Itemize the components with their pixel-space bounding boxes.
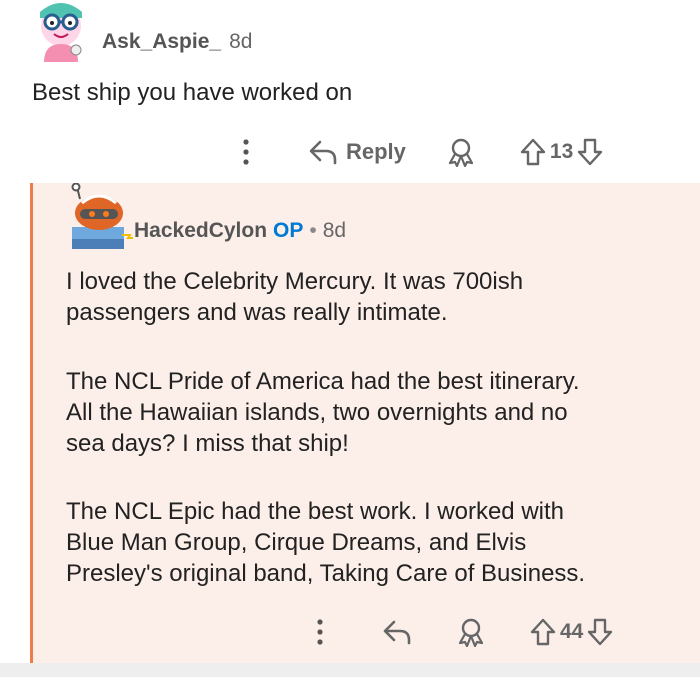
comment-paragraph: The NCL Epic had the best work. I worked… [66, 496, 686, 589]
text-line: All the Hawaiian islands, two overnights… [66, 399, 568, 426]
vote-score: 44 [560, 620, 584, 643]
op-badge: OP [273, 219, 304, 242]
award-icon[interactable] [456, 617, 486, 647]
downvote-icon[interactable] [577, 138, 603, 166]
avatar[interactable] [66, 183, 136, 255]
award-icon[interactable] [446, 137, 476, 167]
text-line: The NCL Epic had the best work. I worked… [66, 498, 564, 525]
comment-actions: Reply 13 [236, 132, 603, 172]
comment-paragraph: The NCL Pride of America had the best it… [66, 366, 686, 459]
comment-actions: 44 [310, 612, 613, 652]
divider [0, 663, 700, 677]
comment-meta: HackedCylon OP • 8d [134, 219, 346, 243]
text-line: Blue Man Group, Cirque Dreams, and Elvis [66, 529, 527, 556]
more-icon[interactable] [310, 615, 330, 649]
username[interactable]: Ask_Aspie_ [102, 30, 221, 53]
text-line: passengers and was really intimate. [66, 299, 448, 326]
comment-parent: Ask_Aspie_ 8d Best ship you have worked o… [0, 0, 700, 185]
avatar[interactable] [30, 0, 92, 62]
timestamp: 8d [322, 219, 347, 242]
comment-paragraph: I loved the Celebrity Mercury. It was 70… [66, 266, 686, 328]
text-line: sea days? I miss that ship! [66, 430, 349, 457]
upvote-icon[interactable] [530, 618, 556, 646]
reply-label: Reply [346, 139, 406, 164]
reply-button[interactable]: Reply [308, 139, 406, 165]
meta-separator: • [309, 219, 317, 242]
comment-meta: Ask_Aspie_ 8d [102, 30, 252, 54]
upvote-icon[interactable] [520, 138, 546, 166]
reply-icon [309, 140, 337, 165]
text-line: The NCL Pride of America had the best it… [66, 368, 580, 395]
more-icon[interactable] [236, 135, 256, 169]
vote-score: 13 [549, 140, 574, 163]
text-line: Presley's original band, Taking Care of … [66, 560, 586, 587]
timestamp: 8d [229, 30, 253, 53]
text-line: I loved the Celebrity Mercury. It was 70… [66, 268, 524, 295]
comment-body: Best ship you have worked on [32, 79, 353, 106]
thread-line[interactable] [30, 183, 33, 663]
username[interactable]: HackedCylon [134, 219, 267, 242]
downvote-icon[interactable] [587, 618, 613, 646]
reply-icon[interactable] [382, 619, 412, 645]
